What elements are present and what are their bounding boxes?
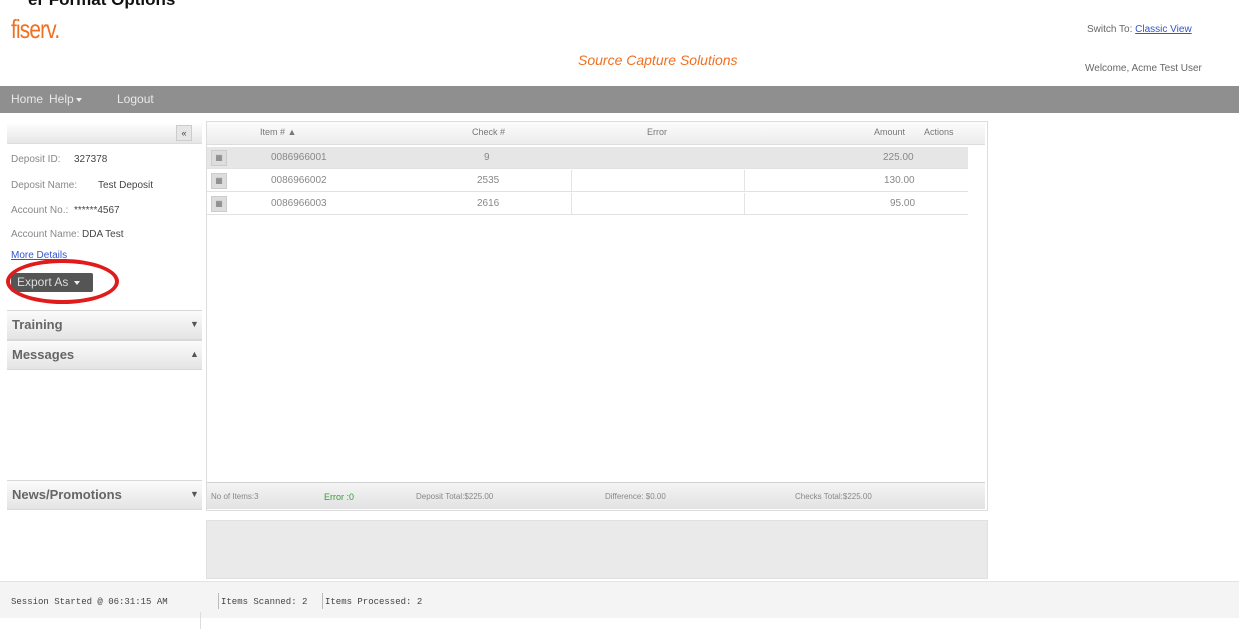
deposit-total: Deposit Total:$225.00	[416, 492, 494, 501]
status-divider	[322, 593, 323, 609]
row-select-icon[interactable]: ▦	[211, 173, 227, 189]
collapse-panel-icon[interactable]: «	[176, 125, 192, 141]
switch-view: Switch To: Classic View	[1087, 24, 1192, 35]
chevron-down-icon: ▼	[190, 319, 199, 329]
row-select-icon[interactable]: ▦	[211, 196, 227, 212]
account-no-label: Account No.:	[11, 205, 69, 216]
chevron-down-icon: ▼	[190, 489, 199, 499]
app-title: Source Capture Solutions	[578, 52, 738, 68]
grid-footer: No of Items:3 Error :0 Deposit Total:$22…	[207, 482, 985, 509]
session-started: Session Started @ 06:31:15 AM	[11, 597, 168, 607]
deposit-id-label: Deposit ID:	[11, 154, 61, 165]
error-count: Error :0	[324, 492, 355, 502]
cell-divider	[744, 193, 745, 214]
highlight-circle	[6, 259, 119, 304]
messages-title: Messages	[12, 347, 75, 362]
fiserv-logo: fiserv.	[11, 14, 60, 44]
col-item[interactable]: Item # ▲	[260, 127, 296, 137]
menu-help-label: Help	[49, 92, 74, 106]
cell-check: 9	[484, 152, 490, 163]
cell-divider	[744, 170, 745, 191]
news-title: News/Promotions	[12, 487, 122, 502]
cell-amount: 95.00	[890, 198, 916, 209]
cell-item: 0086966003	[271, 198, 327, 209]
chevron-up-icon: ▲	[190, 349, 199, 359]
cropped-heading: er Format Options	[0, 0, 240, 10]
col-actions[interactable]: Actions	[924, 127, 954, 137]
difference: Difference: $0.00	[605, 492, 666, 501]
status-bar: Session Started @ 06:31:15 AM Items Scan…	[0, 581, 1239, 618]
deposit-name-value: Test Deposit	[98, 180, 154, 191]
items-processed: Items Processed: 2	[325, 597, 423, 607]
row-select-icon[interactable]: ▦	[211, 150, 227, 166]
divider	[200, 612, 201, 629]
cell-check: 2616	[477, 198, 500, 209]
welcome-text: Welcome, Acme Test User	[1085, 63, 1202, 74]
table-row[interactable]: ▦ 0086966003 2616 95.00	[207, 193, 968, 215]
cell-amount: 130.00	[884, 175, 915, 186]
account-name-value: DDA Test	[82, 229, 124, 240]
classic-view-link[interactable]: Classic View	[1135, 24, 1192, 35]
cell-divider	[571, 170, 572, 191]
messages-accordion[interactable]: Messages ▲	[7, 340, 202, 370]
switch-label: Switch To:	[1087, 24, 1133, 35]
image-preview-area	[206, 520, 988, 579]
col-amount[interactable]: Amount	[874, 127, 905, 137]
cell-divider	[571, 193, 572, 214]
items-scanned: Items Scanned: 2	[221, 597, 308, 607]
table-row[interactable]: ▦ 0086966002 2535 130.00	[207, 170, 968, 192]
cell-check: 2535	[477, 175, 500, 186]
cell-item: 0086966002	[271, 175, 327, 186]
items-count: No of Items:3	[211, 492, 259, 501]
menu-home[interactable]: Home	[11, 92, 43, 106]
dropdown-arrow-icon	[75, 97, 82, 102]
col-check[interactable]: Check #	[472, 127, 505, 137]
menu-logout[interactable]: Logout	[117, 92, 154, 106]
grid-header: Item # ▲ Check # Error Amount Actions	[207, 122, 985, 145]
menu-bar: Home Help Logout	[0, 86, 1239, 113]
account-no-value: ******4567	[74, 205, 120, 216]
cell-amount: 225.00	[883, 152, 914, 163]
news-accordion[interactable]: News/Promotions ▼	[7, 480, 202, 510]
status-divider	[218, 593, 219, 609]
col-error[interactable]: Error	[647, 127, 667, 137]
account-name-label: Account Name:	[11, 229, 80, 240]
checks-total: Checks Total:$225.00	[795, 492, 872, 501]
training-title: Training	[12, 317, 63, 332]
left-panel-header	[7, 122, 202, 144]
menu-help[interactable]: Help	[49, 92, 82, 106]
deposit-name-label: Deposit Name:	[11, 180, 78, 191]
cell-item: 0086966001	[271, 152, 327, 163]
training-accordion[interactable]: Training ▼	[7, 310, 202, 340]
deposit-id-value: 327378	[74, 154, 108, 165]
table-row[interactable]: ▦ 0086966001 9 225.00	[207, 147, 968, 169]
